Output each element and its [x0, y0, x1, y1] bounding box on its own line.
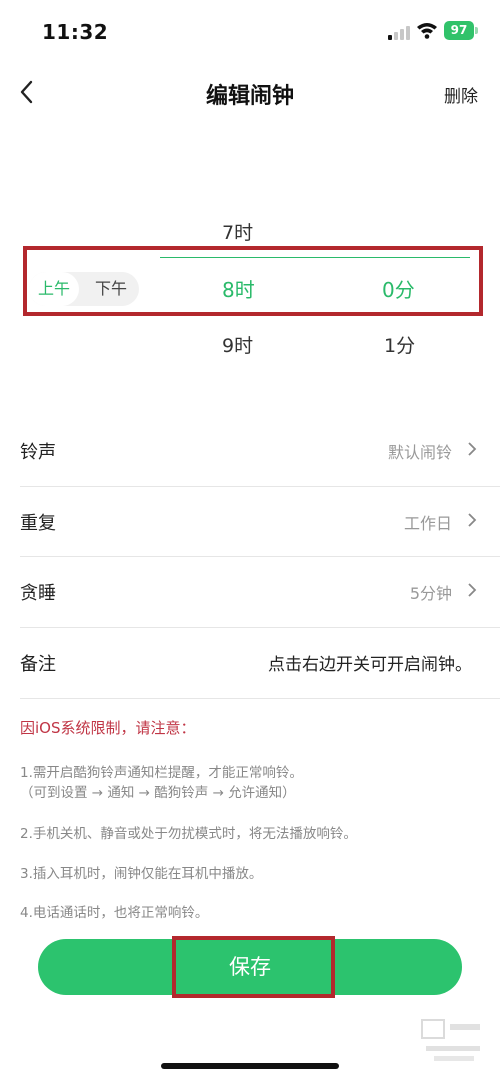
status-bar: 11:32 97	[0, 0, 500, 62]
chevron-right-icon	[468, 583, 477, 597]
ios-notice-title: 因iOS系统限制，请注意：	[20, 719, 196, 737]
notice-tip: （可到设置 → 通知 → 酷狗铃声 → 允许通知）	[20, 785, 296, 801]
settings-row-repeat[interactable]: 重复 工作日	[0, 487, 500, 557]
nav-bar: 编辑闹钟 删除	[0, 62, 500, 122]
divider	[20, 698, 500, 699]
notice-tip: 3.插入耳机时，闹钟仅能在耳机中播放。	[20, 866, 263, 882]
hour-option-above[interactable]: 7时	[222, 218, 253, 245]
repeat-value: 工作日	[403, 514, 452, 533]
settings-row-snooze[interactable]: 贪睡 5分钟	[0, 557, 500, 627]
settings-row-note[interactable]: 备注 点击右边开关可开启闹钟。	[0, 628, 500, 698]
note-label: 备注	[20, 654, 56, 675]
watermark-logo	[421, 1019, 480, 1061]
notice-tip: 2.手机关机、静音或处于勿扰模式时，将无法播放响铃。	[20, 826, 357, 842]
page-title: 编辑闹钟	[205, 84, 294, 109]
battery-icon: 97	[444, 21, 474, 40]
home-indicator	[161, 1063, 339, 1069]
repeat-label: 重复	[20, 513, 56, 534]
notice-tip: 1.需开启酷狗铃声通知栏提醒，才能正常响铃。	[20, 765, 303, 781]
minute-option-below[interactable]: 1分	[384, 331, 415, 358]
annotation-highlight-box	[172, 936, 335, 998]
ringtone-label: 铃声	[20, 442, 56, 463]
notice-tip: 4.电话通话时，也将正常响铃。	[20, 905, 209, 921]
delete-button[interactable]: 删除	[444, 82, 478, 107]
hour-option-below[interactable]: 9时	[222, 331, 253, 358]
settings-row-ringtone[interactable]: 铃声 默认闹铃	[0, 416, 500, 486]
battery-tip	[475, 27, 478, 34]
snooze-label: 贪睡	[20, 583, 56, 604]
status-time: 11:32	[42, 20, 109, 44]
note-value[interactable]: 点击右边开关可开启闹钟。	[268, 650, 472, 675]
chevron-right-icon	[468, 513, 477, 527]
chevron-right-icon	[468, 442, 477, 456]
wifi-icon	[417, 23, 437, 39]
ringtone-value: 默认闹铃	[387, 443, 452, 462]
snooze-value: 5分钟	[409, 584, 452, 603]
cellular-signal-icon	[388, 26, 410, 40]
annotation-highlight-box	[23, 246, 483, 316]
